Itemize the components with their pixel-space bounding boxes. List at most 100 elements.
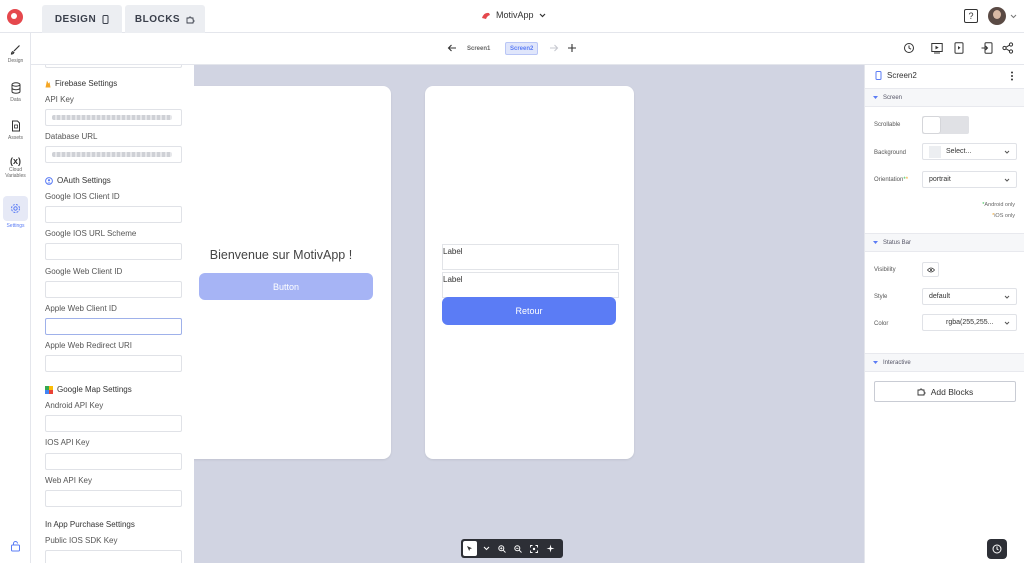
preview-icon[interactable] [931, 42, 943, 54]
app-selector[interactable]: MotivApp [481, 10, 546, 20]
color-select-content: rgba(255,255... [929, 316, 994, 329]
label-field-1[interactable]: Label [442, 244, 619, 270]
design-canvas[interactable]: Bienvenue sur MotivApp ! Button Label La… [194, 65, 864, 563]
zoom-out-tool[interactable] [511, 541, 525, 556]
screen1-preview[interactable]: Bienvenue sur MotivApp ! Button [194, 86, 391, 459]
database-url-input[interactable] [45, 146, 182, 163]
chevron-down-icon [483, 546, 489, 551]
apple-web-client-input[interactable] [45, 318, 182, 335]
screen2-preview[interactable]: Label Label Retour [425, 86, 634, 459]
lock-icon[interactable] [10, 540, 21, 552]
screen1-button[interactable]: Button [199, 273, 373, 300]
share-icon[interactable] [1002, 42, 1014, 54]
arrow-right-icon[interactable] [549, 43, 559, 53]
interactive-section-header[interactable]: Interactive [865, 353, 1024, 372]
screen-section-header[interactable]: Screen [865, 88, 1024, 107]
toggle-knob [923, 117, 940, 133]
web-api-input[interactable] [45, 490, 182, 507]
history-icon[interactable] [903, 42, 915, 54]
color-select[interactable]: rgba(255,255... [922, 314, 1017, 331]
nav-design[interactable]: Design [0, 44, 31, 64]
web-api-label: Web API Key [45, 476, 92, 485]
nav-data-label: Data [10, 97, 21, 103]
avatar-chevron-icon[interactable] [1010, 14, 1017, 19]
variable-icon: (x) [10, 156, 21, 166]
support-button[interactable] [987, 539, 1007, 559]
apple-web-redirect-input[interactable] [45, 355, 182, 372]
android-api-input[interactable] [45, 415, 182, 432]
style-label: Style [874, 294, 888, 300]
export-icon[interactable] [981, 42, 993, 54]
orientation-select[interactable]: portrait [922, 171, 1017, 188]
cursor-icon [467, 545, 472, 551]
database-icon [11, 82, 20, 94]
screen-tab-screen2[interactable]: Screen2 [505, 42, 539, 55]
tool-dropdown[interactable] [479, 541, 493, 556]
google-web-client-label: Google Web Client ID [45, 267, 123, 276]
google-ios-url-input[interactable] [45, 243, 182, 260]
nav-assets[interactable]: Assets [0, 120, 31, 141]
nav-assets-label: Assets [7, 135, 23, 141]
tab-blocks[interactable]: BLOCKS [125, 5, 205, 33]
device-preview-icon[interactable] [954, 42, 964, 54]
left-nav: Design Data Assets (x) Cloud Variables S… [0, 33, 31, 563]
nav-cloud-variables-label: Cloud Variables [5, 167, 26, 179]
android-only-text: Android only [984, 202, 1015, 208]
background-select[interactable]: Select... [922, 143, 1017, 160]
caret-down-icon [873, 360, 878, 364]
label-field-2[interactable]: Label [442, 272, 619, 298]
platform-legend: *Android only *iOS only [982, 200, 1015, 222]
status-bar-section-header[interactable]: Status Bar [865, 233, 1024, 252]
fit-screen-tool[interactable] [527, 541, 541, 556]
redacted-value [52, 152, 172, 157]
puzzle-icon [186, 16, 195, 23]
google-ios-client-input[interactable] [45, 206, 182, 223]
properties-panel: Screen2 Screen Scrollable Background Sel… [864, 65, 1024, 563]
more-options-icon[interactable] [1010, 71, 1014, 81]
screen-section-title: Screen [883, 94, 903, 101]
nav-settings[interactable]: Settings [0, 196, 31, 229]
arrow-left-icon[interactable] [447, 43, 457, 53]
avatar[interactable] [988, 7, 1006, 25]
chevron-down-icon [1004, 150, 1010, 154]
screen-tab-screen1[interactable]: Screen1 [463, 42, 494, 55]
orientation-label-text: Orientation [874, 177, 904, 183]
zoom-out-icon [514, 544, 522, 553]
back-button[interactable]: Retour [442, 297, 616, 325]
orientation-value: portrait [929, 176, 951, 183]
api-key-input[interactable] [45, 109, 182, 126]
scrollable-label: Scrollable [874, 122, 901, 128]
chevron-down-icon [1004, 295, 1010, 299]
color-value: rgba(255,255... [946, 319, 994, 326]
ios-api-input[interactable] [45, 453, 182, 470]
add-blocks-button[interactable]: Add Blocks [874, 381, 1016, 402]
google-ios-client-label: Google IOS Client ID [45, 192, 120, 201]
magic-tool[interactable] [543, 541, 557, 556]
visibility-toggle[interactable] [922, 262, 939, 277]
scrolled-input-edge [45, 65, 182, 68]
apple-web-redirect-label: Apple Web Redirect URI [45, 341, 132, 350]
add-screen-icon[interactable] [567, 43, 577, 53]
app-name: MotivApp [496, 10, 534, 20]
app-logo[interactable] [7, 9, 23, 25]
scrollable-toggle[interactable] [922, 116, 969, 134]
nav-design-label: Design [7, 58, 24, 64]
google-web-client-input[interactable] [45, 281, 182, 298]
apple-web-client-label: Apple Web Client ID [45, 304, 117, 313]
nav-data[interactable]: Data [0, 82, 31, 103]
tab-design-label: DESIGN [54, 13, 97, 25]
zoom-in-tool[interactable] [495, 541, 509, 556]
iap-section-title: In App Purchase Settings [45, 520, 135, 529]
interactive-section-title: Interactive [883, 359, 911, 366]
public-ios-sdk-label: Public IOS SDK Key [45, 536, 118, 545]
ios-only-text: iOS only [994, 213, 1015, 219]
nav-cloud-variables[interactable]: (x) Cloud Variables [0, 156, 31, 180]
public-ios-sdk-input[interactable] [45, 550, 182, 563]
android-api-label: Android API Key [45, 401, 104, 410]
help-button[interactable]: ? [964, 9, 978, 23]
select-tool[interactable] [463, 541, 477, 556]
caret-down-icon [873, 240, 878, 244]
tab-design[interactable]: DESIGN [42, 5, 122, 33]
welcome-text[interactable]: Bienvenue sur MotivApp ! [194, 248, 368, 266]
style-select[interactable]: default [922, 288, 1017, 305]
